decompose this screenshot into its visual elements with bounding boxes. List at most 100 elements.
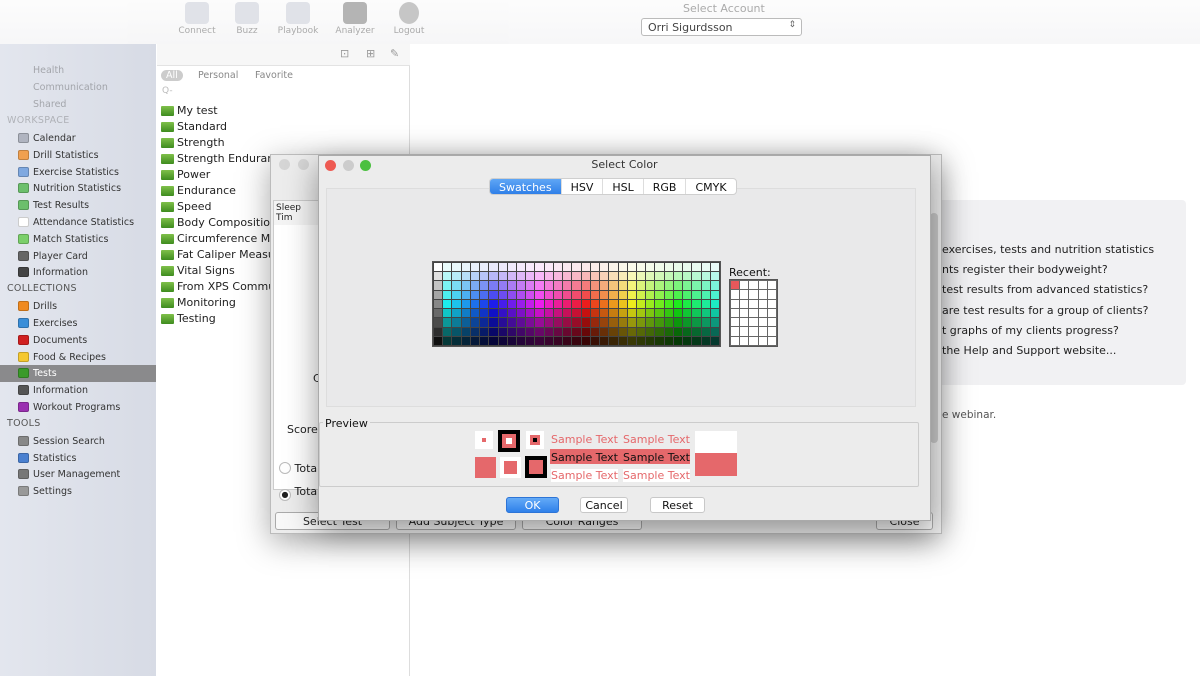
color-swatch[interactable]: [553, 263, 563, 272]
color-swatch[interactable]: [489, 318, 498, 327]
recent-swatch[interactable]: [731, 318, 740, 327]
color-swatch[interactable]: [673, 263, 683, 272]
color-swatch[interactable]: [452, 299, 461, 309]
color-swatch[interactable]: [673, 290, 683, 299]
minimize-light-icon[interactable]: [298, 159, 309, 170]
color-swatch[interactable]: [655, 281, 664, 290]
recent-swatch[interactable]: [740, 299, 749, 308]
color-swatch[interactable]: [609, 263, 618, 272]
color-swatch[interactable]: [470, 327, 480, 336]
recent-swatch[interactable]: [767, 318, 776, 327]
color-swatch[interactable]: [655, 309, 664, 318]
color-swatch[interactable]: [452, 263, 461, 272]
recent-swatch[interactable]: [758, 327, 767, 336]
color-swatch[interactable]: [627, 327, 636, 336]
color-swatch[interactable]: [544, 318, 553, 327]
help-link[interactable]: the Help and Support website...: [942, 344, 1116, 357]
color-swatch[interactable]: [600, 336, 609, 345]
sidebar-item-workout-programs[interactable]: Workout Programs: [0, 399, 156, 416]
sidebar-item-settings[interactable]: Settings: [0, 483, 156, 500]
color-swatch[interactable]: [443, 336, 452, 345]
color-swatch[interactable]: [480, 263, 489, 272]
color-swatch[interactable]: [507, 272, 517, 281]
color-swatch[interactable]: [498, 336, 507, 345]
color-swatch[interactable]: [683, 309, 692, 318]
color-swatch[interactable]: [701, 272, 710, 281]
color-swatch[interactable]: [443, 272, 452, 281]
color-swatch[interactable]: [526, 309, 535, 318]
color-swatch[interactable]: [443, 318, 452, 327]
color-swatch[interactable]: [710, 299, 719, 309]
color-swatch[interactable]: [535, 290, 544, 299]
recent-swatch[interactable]: [758, 318, 767, 327]
toolbar-buzz[interactable]: Buzz: [222, 2, 272, 36]
folder-search-input[interactable]: Q-: [162, 86, 173, 96]
sidebar-item-test-results[interactable]: Test Results: [0, 197, 156, 214]
toolbar-connect[interactable]: Connect: [172, 2, 222, 36]
color-swatch[interactable]: [701, 336, 710, 345]
color-swatch[interactable]: [517, 272, 526, 281]
color-swatch[interactable]: [507, 327, 517, 336]
color-swatch[interactable]: [646, 272, 655, 281]
color-swatch[interactable]: [526, 263, 535, 272]
scrollbar[interactable]: [930, 213, 938, 443]
color-swatch[interactable]: [683, 327, 692, 336]
recent-swatch[interactable]: [749, 299, 758, 308]
color-swatch[interactable]: [581, 336, 590, 345]
sidebar-item[interactable]: Shared: [0, 96, 156, 113]
color-swatch[interactable]: [470, 318, 480, 327]
recent-swatch[interactable]: [758, 299, 767, 308]
color-swatch[interactable]: [673, 309, 683, 318]
folder-item[interactable]: Fat Caliper Measu: [161, 247, 275, 263]
recent-swatch[interactable]: [758, 290, 767, 299]
radio-total-2[interactable]: ● Tota: [279, 485, 317, 501]
sidebar-item-information[interactable]: Information: [0, 382, 156, 399]
color-swatch[interactable]: [692, 272, 701, 281]
color-swatch[interactable]: [572, 272, 581, 281]
color-swatch[interactable]: [507, 299, 517, 309]
color-swatch[interactable]: [627, 318, 636, 327]
recent-swatch[interactable]: [749, 318, 758, 327]
color-swatch[interactable]: [710, 263, 719, 272]
color-swatch[interactable]: [581, 272, 590, 281]
sidebar-item-drill-statistics[interactable]: Drill Statistics: [0, 147, 156, 164]
color-swatch[interactable]: [434, 327, 443, 336]
color-swatch[interactable]: [572, 299, 581, 309]
sidebar-item[interactable]: Communication: [0, 79, 156, 96]
color-swatch[interactable]: [627, 309, 636, 318]
recent-swatch[interactable]: [740, 308, 749, 318]
color-swatch[interactable]: [470, 263, 480, 272]
color-swatch[interactable]: [590, 327, 600, 336]
color-swatch[interactable]: [452, 290, 461, 299]
color-swatch[interactable]: [673, 318, 683, 327]
color-swatch[interactable]: [664, 309, 673, 318]
color-swatch[interactable]: [563, 263, 572, 272]
color-swatch[interactable]: [434, 309, 443, 318]
folder-item[interactable]: Testing: [161, 311, 216, 327]
color-swatch[interactable]: [572, 336, 581, 345]
color-swatch[interactable]: [461, 263, 470, 272]
color-swatch[interactable]: [609, 299, 618, 309]
color-swatch[interactable]: [600, 290, 609, 299]
folder-item[interactable]: Speed: [161, 199, 211, 215]
color-swatch[interactable]: [553, 299, 563, 309]
color-swatch[interactable]: [526, 299, 535, 309]
color-swatch[interactable]: [544, 272, 553, 281]
color-swatch[interactable]: [480, 281, 489, 290]
sidebar-item-session-search[interactable]: Session Search: [0, 433, 156, 450]
color-swatch[interactable]: [673, 281, 683, 290]
close-light-icon[interactable]: [279, 159, 290, 170]
color-swatch[interactable]: [544, 299, 553, 309]
color-swatch[interactable]: [470, 281, 480, 290]
recent-swatch[interactable]: [731, 336, 740, 345]
color-swatch[interactable]: [590, 281, 600, 290]
recent-swatch[interactable]: [767, 336, 776, 345]
color-swatch[interactable]: [590, 263, 600, 272]
color-swatch[interactable]: [563, 309, 572, 318]
folder-item[interactable]: From XPS Commu: [161, 279, 275, 295]
color-swatch[interactable]: [443, 263, 452, 272]
color-swatch[interactable]: [526, 281, 535, 290]
color-swatch[interactable]: [683, 272, 692, 281]
color-swatch[interactable]: [434, 281, 443, 290]
recent-swatch[interactable]: [740, 336, 749, 345]
